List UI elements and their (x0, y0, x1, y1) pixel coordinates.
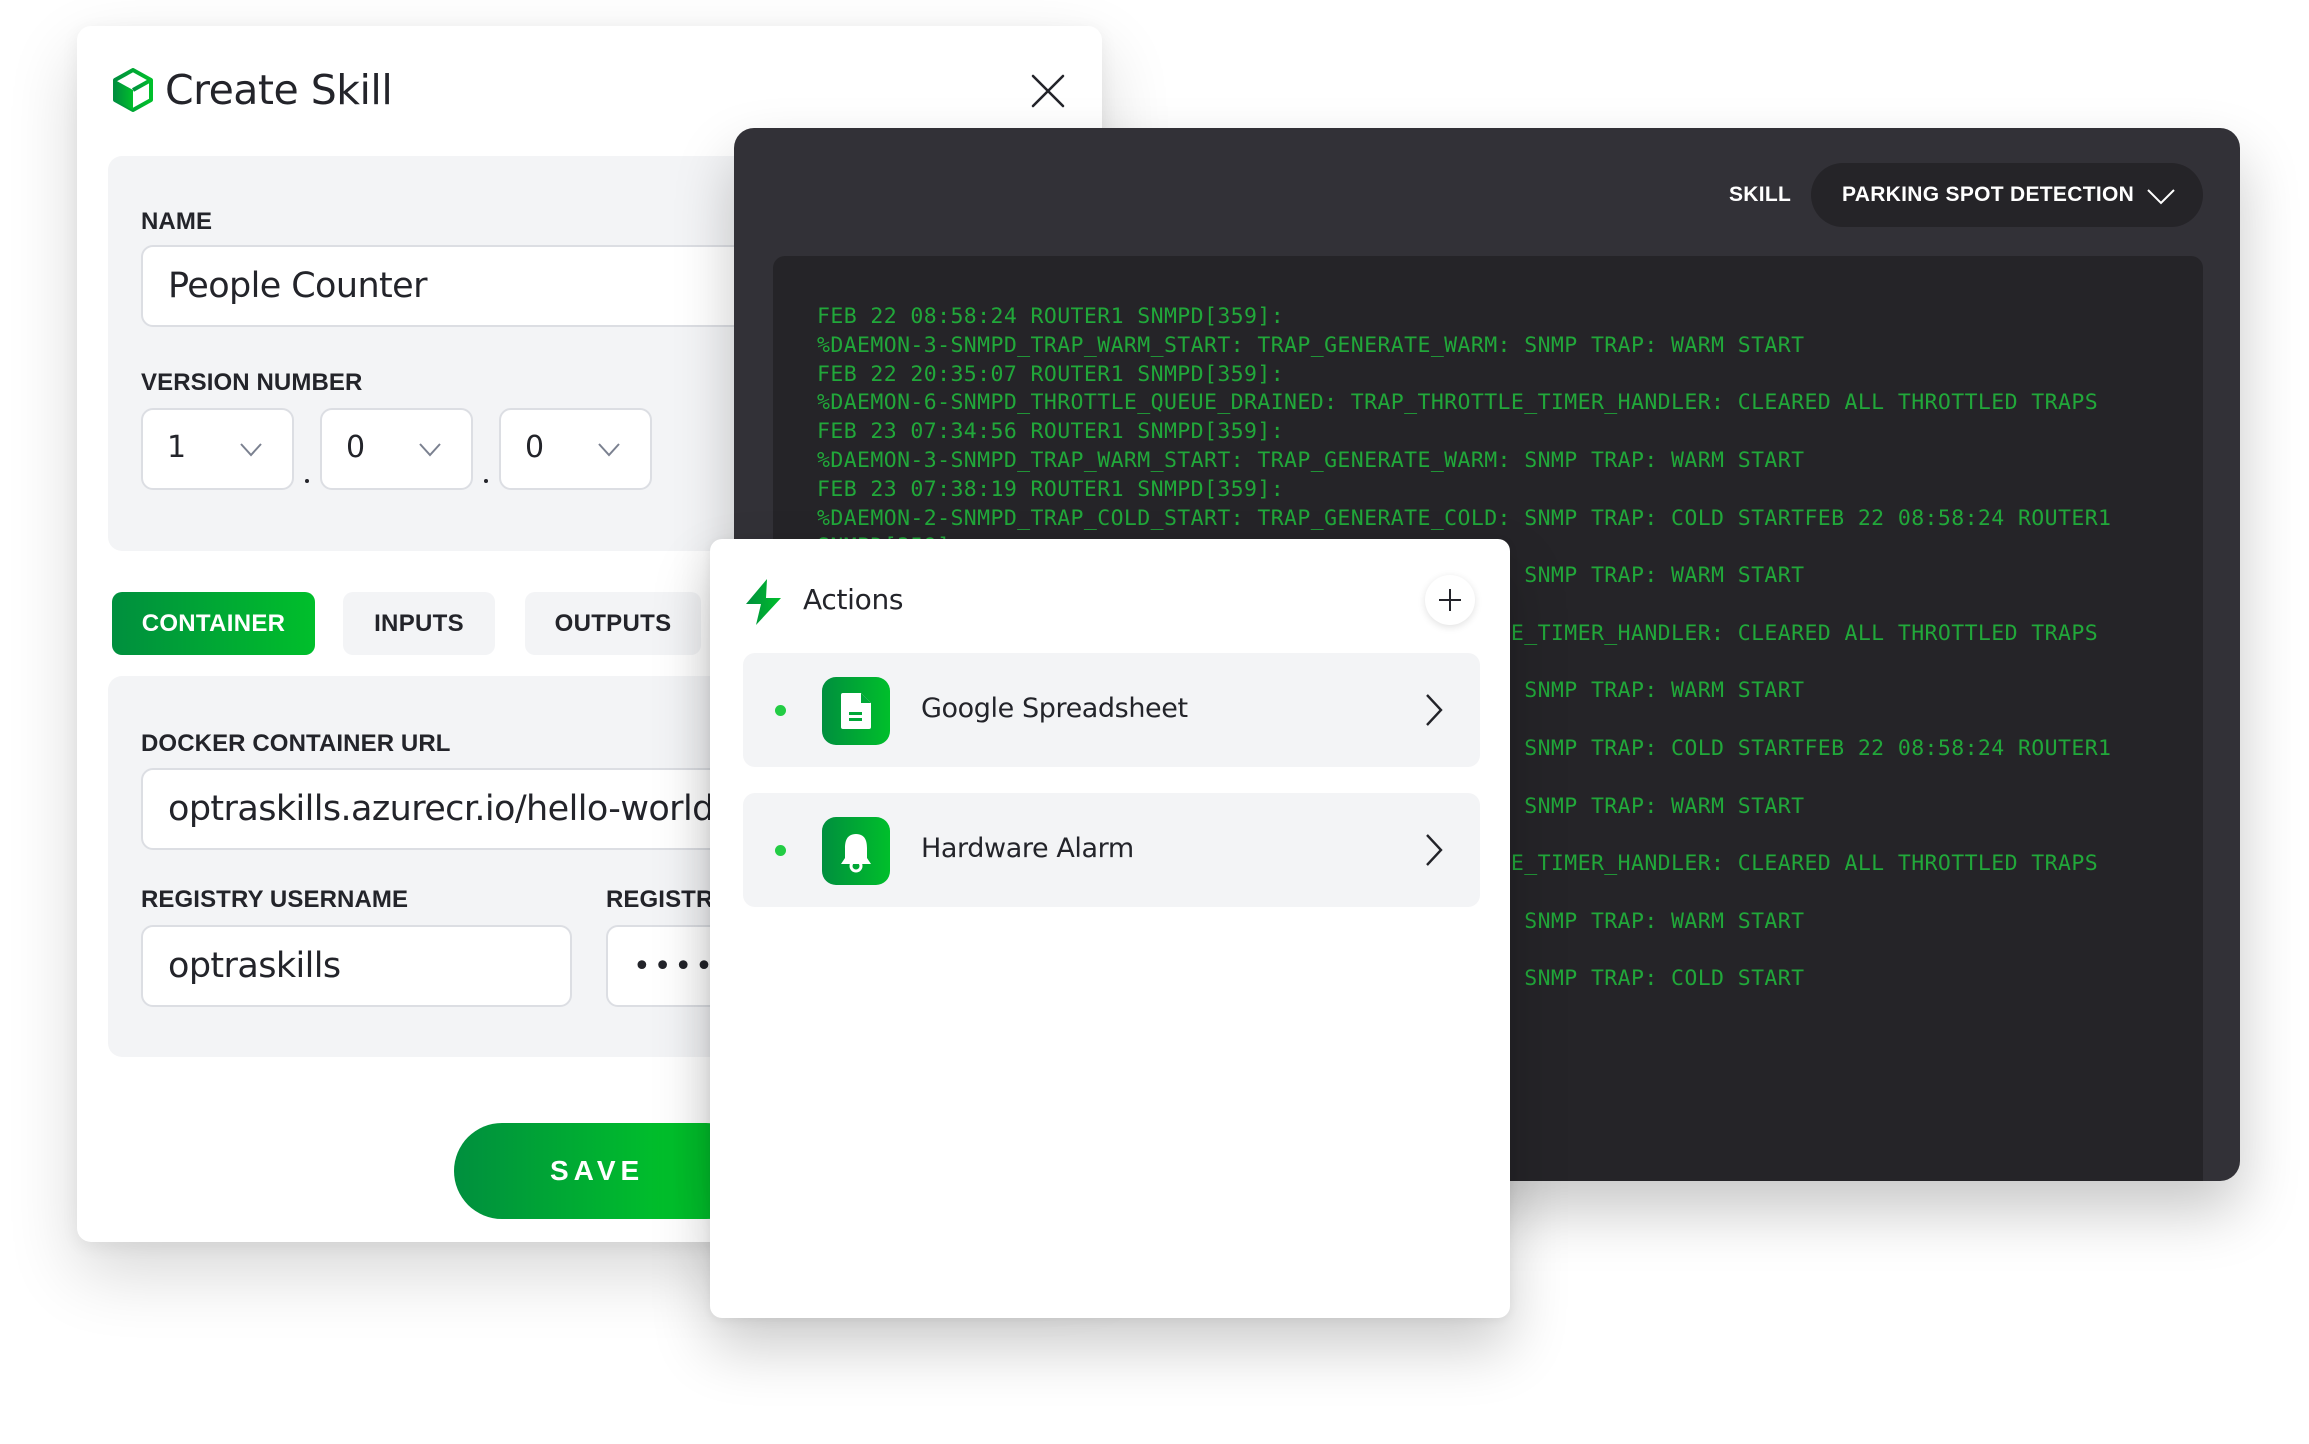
chevron-down-icon (419, 443, 441, 457)
action-item-hardware-alarm[interactable]: Hardware Alarm (743, 793, 1480, 907)
status-dot (775, 705, 786, 716)
actions-title: Actions (803, 583, 904, 616)
version-major-value: 1 (167, 430, 187, 465)
version-patch-value: 0 (525, 430, 545, 465)
plus-icon (1439, 589, 1461, 611)
registry-username-label: REGISTRY USERNAME (141, 886, 409, 913)
action-item-google-spreadsheet[interactable]: Google Spreadsheet (743, 653, 1480, 767)
skill-select[interactable]: PARKING SPOT DETECTION (1811, 163, 2203, 227)
docker-url-value: optraskills.azurecr.io/hello-world:0.0 (168, 789, 779, 829)
action-icon-tile (822, 677, 890, 745)
tab-container[interactable]: CONTAINER (112, 592, 315, 655)
lightning-bolt-icon (746, 579, 781, 625)
log-line: FEB 23 07:38:19 ROUTER1 SNMPD[359]: (817, 476, 1285, 502)
status-dot (775, 845, 786, 856)
chevron-right-icon (1426, 834, 1443, 866)
registry-username-value: optraskills (168, 946, 341, 986)
chevron-right-icon (1426, 694, 1443, 726)
log-line: FEB 23 07:34:56 ROUTER1 SNMPD[359]: (817, 419, 1285, 445)
version-minor-select[interactable]: 0 (320, 408, 473, 490)
add-action-button[interactable] (1425, 575, 1475, 625)
name-label: NAME (141, 208, 213, 235)
tab-inputs[interactable]: INPUTS (343, 592, 495, 655)
version-separator (305, 479, 309, 483)
skill-label: SKILL (1729, 183, 1792, 206)
bell-icon (841, 834, 871, 873)
save-button[interactable]: SAVE (454, 1123, 754, 1219)
docker-url-label: DOCKER CONTAINER URL (141, 730, 451, 757)
skill-select-value: PARKING SPOT DETECTION (1842, 183, 2135, 206)
version-separator (484, 479, 488, 483)
version-major-select[interactable]: 1 (141, 408, 294, 490)
version-number-label: VERSION NUMBER (141, 369, 363, 396)
registry-username-input[interactable]: optraskills (141, 925, 572, 1007)
action-icon-tile (822, 817, 890, 885)
version-minor-value: 0 (346, 430, 366, 465)
close-icon[interactable] (1030, 73, 1066, 109)
tab-outputs[interactable]: OUTPUTS (525, 592, 701, 655)
chevron-down-icon (598, 443, 620, 457)
action-label: Google Spreadsheet (921, 693, 1188, 724)
log-line: %DAEMON-3-SNMPD_TRAP_WARM_START: TRAP_GE… (817, 332, 1805, 358)
document-icon (841, 693, 871, 729)
action-label: Hardware Alarm (921, 833, 1134, 864)
version-patch-select[interactable]: 0 (499, 408, 652, 490)
log-line: %DAEMON-2-SNMPD_TRAP_COLD_START: TRAP_GE… (817, 505, 2112, 531)
log-line: %DAEMON-6-SNMPD_THROTTLE_QUEUE_DRAINED: … (817, 390, 2099, 416)
log-line: FEB 22 08:58:24 ROUTER1 SNMPD[359]: (817, 304, 1285, 329)
dialog-title: Create Skill (165, 66, 393, 114)
cube-icon (113, 68, 153, 112)
log-line: FEB 22 20:35:07 ROUTER1 SNMPD[359]: (817, 361, 1285, 387)
chevron-down-icon (2147, 189, 2175, 205)
chevron-down-icon (240, 443, 262, 457)
name-input-value: People Counter (168, 266, 427, 306)
log-line: %DAEMON-3-SNMPD_TRAP_WARM_START: TRAP_GE… (817, 447, 1805, 473)
